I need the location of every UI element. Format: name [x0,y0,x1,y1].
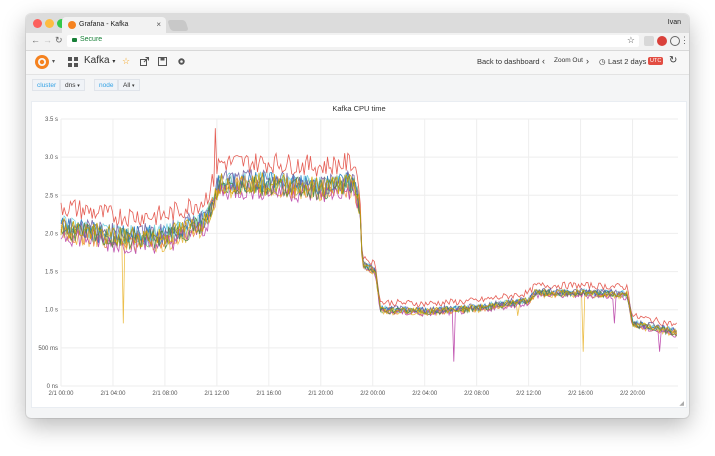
x-tick-label: 2/2 08:00 [464,391,490,397]
star-dashboard-icon[interactable]: ☆ [122,56,130,67]
x-tick-label: 2/1 20:00 [308,391,334,397]
new-tab-button[interactable] [167,20,189,31]
chart-series [60,128,678,362]
x-tick-label: 2/2 16:00 [568,391,594,397]
y-tick-label: 3.0 s [45,155,58,161]
lock-icon [72,38,77,42]
dashboard-grid-icon [68,57,78,67]
share-icon[interactable] [140,57,149,66]
y-tick-label: 2.0 s [45,231,58,237]
resize-handle-icon[interactable]: ◢ [679,400,684,407]
adblock-extension-icon[interactable] [657,36,667,46]
cluster-caret-icon: ▾ [77,83,80,89]
refresh-icon[interactable]: ↻ [669,55,677,66]
tab-close-icon[interactable]: × [156,20,161,29]
x-tick-label: 2/1 08:00 [152,391,178,397]
y-tick-label: 500 ms [38,346,58,352]
reload-icon[interactable]: ↻ [55,35,63,46]
x-tick-label: 2/2 20:00 [620,391,646,397]
grafana-logo-icon[interactable] [34,54,50,70]
browser-window: Grafana - Kafka × Ivan ← → ↻ Secure ☆ ⋮ … [26,14,689,418]
x-tick-label: 2/1 04:00 [100,391,126,397]
x-tick-label: 2/2 00:00 [360,391,386,397]
browser-menu-icon[interactable]: ⋮ [680,35,689,46]
template-variables-bar: cluster dns ▾ node All ▾ [26,75,689,97]
chevron-right-icon[interactable]: › [586,56,589,66]
profile-name[interactable]: Ivan [668,19,681,26]
x-tick-label: 2/1 00:00 [48,391,74,397]
chevron-left-icon[interactable]: ‹ [542,56,545,66]
close-window-button[interactable] [33,19,42,28]
x-axis: 2/1 00:00 2/1 04:00 2/1 08:00 2/1 12:00 2/1 … [48,391,645,397]
variable-select-node[interactable]: All ▾ [118,79,140,91]
extension-icon[interactable] [644,36,654,46]
variable-select-cluster[interactable]: dns ▾ [60,79,85,91]
node-caret-icon: ▾ [132,83,135,89]
chart-grid [60,118,678,387]
y-tick-label: 1.5 s [45,270,58,276]
grafana-navbar: ▾ Kafka ▾ ☆ Back to dashboard ‹ Zoom Out… [26,51,689,75]
info-extension-icon[interactable] [670,36,680,46]
dashboard-caret-icon: ▾ [112,59,116,65]
y-tick-label: 3.5 s [45,117,58,123]
grafana-favicon-icon [68,21,76,29]
bookmark-star-icon[interactable]: ☆ [627,35,635,46]
browser-tab[interactable]: Grafana - Kafka × [62,17,166,33]
save-icon[interactable] [158,57,167,66]
title-bar: Grafana - Kafka × Ivan [26,14,689,33]
clock-icon: ◷ [599,57,606,66]
y-tick-label: 1.0 s [45,308,58,314]
cpu-time-panel[interactable]: Kafka CPU time 0 ns 500 ms 1.0 s 1.5 s 2.0 s… [31,101,687,408]
back-arrow-icon[interactable]: ← [31,35,40,45]
x-tick-label: 2/2 04:00 [412,391,438,397]
back-to-dashboard-button[interactable]: Back to dashboard [477,57,540,66]
y-tick-label: 0 ns [47,384,58,390]
y-axis: 0 ns 500 ms 1.0 s 1.5 s 2.0 s 2.5 s 3.0 s 3.5 s [38,117,58,390]
timezone-badge: UTC [648,57,664,65]
settings-gear-icon[interactable] [177,57,186,66]
dashboard-title[interactable]: Kafka ▾ [68,55,115,70]
zoom-out-button[interactable]: Zoom Out [554,57,583,64]
logo-caret-icon[interactable]: ▾ [52,58,55,65]
variable-label-cluster: cluster [32,79,60,91]
minimize-window-button[interactable] [45,19,54,28]
variable-label-node: node [94,79,118,91]
y-tick-label: 2.5 s [45,193,58,199]
time-range-picker[interactable]: Last 2 days [608,57,646,66]
cpu-time-chart[interactable]: 0 ns 500 ms 1.0 s 1.5 s 2.0 s 2.5 s 3.0 s 3.5 s… [32,102,686,407]
url-field[interactable]: Secure ☆ [67,35,639,47]
secure-label: Secure [80,36,103,43]
x-tick-label: 2/1 12:00 [204,391,230,397]
address-bar: ← → ↻ Secure ☆ ⋮ [26,33,689,51]
variable-value-node: All [123,82,131,89]
forward-arrow-icon[interactable]: → [43,35,52,45]
variable-value-cluster: dns [65,82,76,89]
x-tick-label: 2/1 16:00 [256,391,282,397]
dashboard-name: Kafka [84,55,110,66]
x-tick-label: 2/2 12:00 [516,391,542,397]
tab-title: Grafana - Kafka [79,21,129,28]
